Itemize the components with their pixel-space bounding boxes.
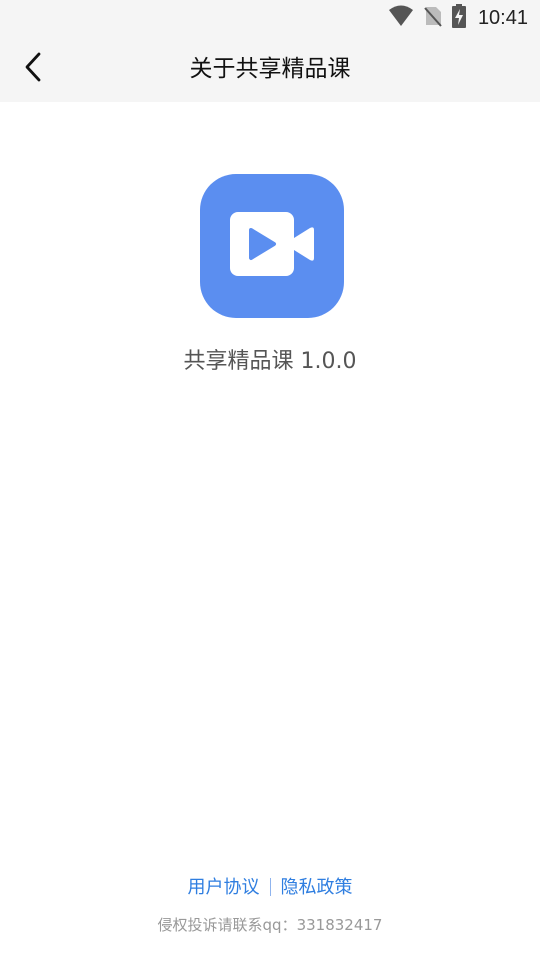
- app-logo: [200, 174, 344, 318]
- wifi-icon: [388, 5, 414, 31]
- status-bar: 10:41: [0, 0, 540, 36]
- user-agreement-link[interactable]: 用户协议: [188, 877, 260, 898]
- status-time: 10:41: [477, 6, 528, 29]
- page-title: 关于共享精品课: [189, 56, 351, 82]
- link-divider: [269, 878, 271, 896]
- chevron-left-icon: [23, 52, 45, 86]
- no-sim-icon: [424, 5, 442, 31]
- complaint-contact-text: 侵权投诉请联系qq：331832417: [157, 916, 383, 934]
- app-name-version: 共享精品课 1.0.0: [183, 349, 357, 374]
- status-icons: 10:41: [388, 4, 528, 32]
- privacy-policy-link[interactable]: 隐私政策: [281, 877, 353, 898]
- video-camera-icon: [230, 212, 314, 280]
- battery-charging-icon: [451, 4, 466, 32]
- app-bar: 关于共享精品课: [0, 36, 540, 102]
- footer-links: 用户协议 隐私政策: [0, 874, 540, 902]
- back-button[interactable]: [14, 49, 54, 89]
